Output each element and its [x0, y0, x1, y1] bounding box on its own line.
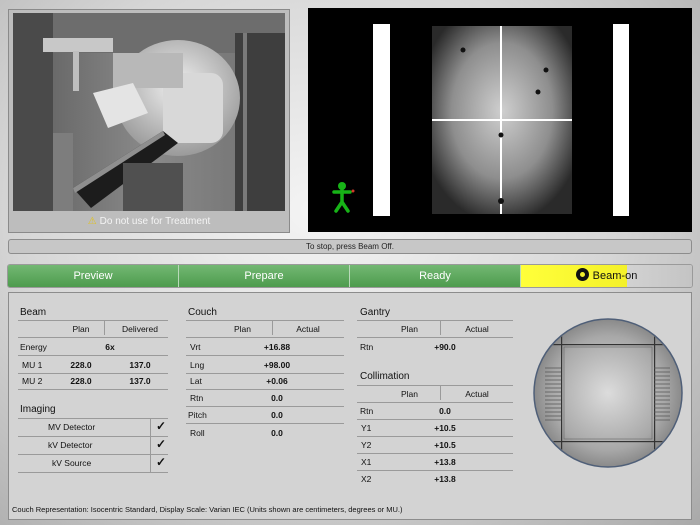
couch-row-value: 0.0	[271, 393, 283, 403]
mlc-leaf-left	[373, 24, 390, 216]
collimation-row-label: X2	[361, 474, 372, 484]
couch-header-actual: Actual	[296, 324, 320, 334]
collimation-row-value: +10.5	[434, 440, 456, 450]
imaging-item-label: kV Detector	[48, 440, 93, 450]
camera-warning-text: Do not use for Treatment	[99, 216, 211, 227]
step-beam-on-label: Beam-on	[592, 270, 638, 282]
collimator-diagram	[533, 318, 683, 468]
couch-row-value: +98.00	[263, 360, 291, 370]
collimation-header-plan: Plan	[400, 389, 418, 399]
camera-image	[13, 13, 285, 211]
couch-row-label: Lng	[190, 360, 205, 370]
couch-row-value: 0.0	[271, 428, 283, 438]
couch-row-label: Lat	[190, 376, 202, 386]
collimation-row-label: Rtn	[360, 406, 374, 416]
step-ready[interactable]: Ready	[350, 265, 521, 287]
marker-dot	[498, 132, 504, 138]
collimation-row-value: +13.8	[434, 474, 456, 484]
beam-row-delivered: 137.0	[129, 360, 151, 370]
couch-row-value: +0.06	[266, 376, 288, 386]
gantry-title: Gantry	[360, 307, 391, 318]
beam-row-label: MU 1	[22, 360, 43, 370]
couch-row-value: +16.88	[263, 342, 291, 352]
gantry-header-actual: Actual	[465, 324, 489, 334]
imaging-item-label: MV Detector	[48, 422, 96, 432]
couch-row-label: Roll	[190, 428, 205, 438]
step-preview[interactable]: Preview	[8, 265, 179, 287]
mv-detector-checkmark[interactable]: ✓	[156, 419, 166, 433]
collimation-row-label: Y1	[361, 423, 372, 433]
gantry-row-label: Rtn	[360, 342, 374, 352]
beam-row-delivered: 137.0	[129, 376, 151, 386]
couch-row-value: 0.0	[271, 410, 283, 420]
beam-header-plan: Plan	[72, 324, 90, 334]
beam-energy-label: Energy	[20, 342, 47, 352]
collimation-row-value: +10.5	[434, 423, 456, 433]
kv-source-checkmark[interactable]: ✓	[156, 455, 166, 469]
collimation-row-value: 0.0	[439, 406, 451, 416]
imaging-title: Imaging	[20, 404, 56, 415]
beams-eye-view	[533, 318, 683, 468]
imaging-item-label: kV Source	[52, 458, 92, 468]
marker-dot	[535, 89, 541, 95]
beam-row-plan: 228.0	[70, 376, 92, 386]
kv-detector-checkmark[interactable]: ✓	[156, 437, 166, 451]
portal-image-panel	[308, 8, 692, 232]
couch-row-label: Vrt	[190, 342, 201, 352]
marker-dot	[543, 67, 549, 73]
gantry-header-plan: Plan	[400, 324, 418, 334]
collimation-row-label: X1	[361, 457, 372, 467]
mlc-leaf-right	[613, 24, 629, 216]
marker-dot	[498, 198, 504, 204]
warning-icon: ⚠	[87, 216, 97, 227]
crosshair-horizontal	[432, 119, 572, 121]
marker-dot	[460, 47, 466, 53]
beam-energy-value: 6x	[105, 342, 115, 352]
portal-image	[308, 8, 692, 232]
collimation-row-value: +13.8	[434, 457, 456, 467]
collimation-header-actual: Actual	[465, 389, 489, 399]
step-beam-on[interactable]: Beam-on	[521, 265, 692, 287]
gantry-row-value: +90.0	[434, 342, 456, 352]
collimation-title: Collimation	[360, 371, 410, 382]
couch-row-label: Rtn	[190, 393, 204, 403]
beam-row-label: MU 2	[22, 376, 43, 386]
status-message-bar: To stop, press Beam Off.	[8, 239, 692, 254]
camera-warning: ⚠ Do not use for Treatment	[9, 213, 289, 231]
footer-note: Couch Representation: Isocentric Standar…	[12, 505, 403, 514]
radiation-icon	[575, 268, 589, 281]
collimation-row-label: Y2	[361, 440, 372, 450]
workflow-steps: Preview Prepare Ready Beam-on	[7, 264, 693, 288]
couch-header-plan: Plan	[233, 324, 251, 334]
beam-header-delivered: Delivered	[122, 324, 158, 334]
room-camera-panel: ⚠ Do not use for Treatment	[8, 9, 290, 233]
room-camera-feed	[13, 13, 285, 211]
couch-title: Couch	[188, 307, 217, 318]
step-prepare[interactable]: Prepare	[179, 265, 350, 287]
couch-row-label: Pitch	[188, 410, 207, 420]
beam-title: Beam	[20, 307, 47, 318]
beam-row-plan: 228.0	[70, 360, 92, 370]
